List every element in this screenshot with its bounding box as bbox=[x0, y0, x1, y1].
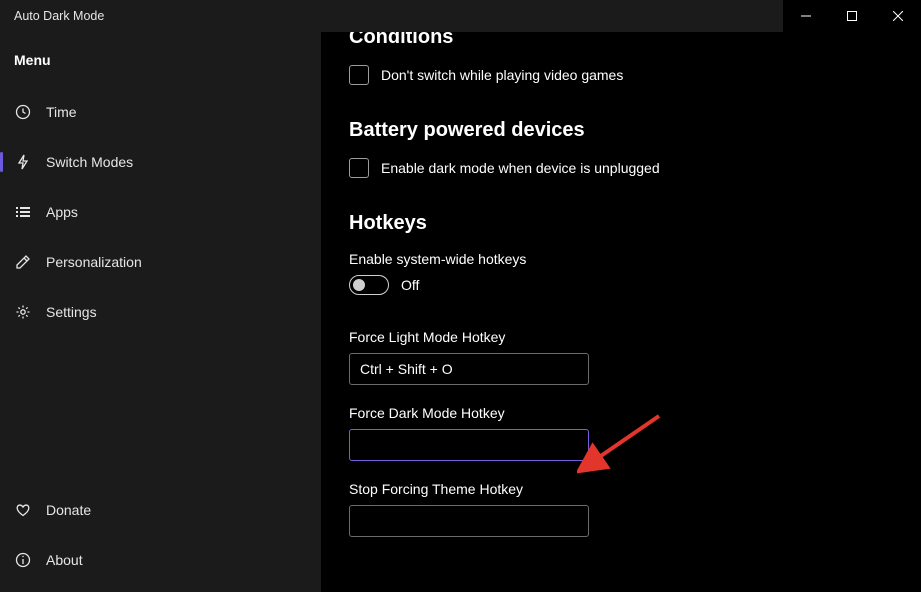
toggle-knob-icon bbox=[353, 279, 365, 291]
sidebar-item-label: Personalization bbox=[46, 254, 142, 270]
sidebar-item-switch-modes[interactable]: Switch Modes bbox=[0, 142, 321, 182]
stop-forcing-label: Stop Forcing Theme Hotkey bbox=[349, 481, 893, 497]
list-icon bbox=[14, 203, 32, 221]
minimize-button[interactable] bbox=[783, 0, 829, 32]
sidebar: Menu Time Switch Modes Apps bbox=[0, 32, 321, 592]
force-light-input[interactable] bbox=[349, 353, 589, 385]
toggle-switch[interactable] bbox=[349, 275, 389, 295]
sidebar-item-time[interactable]: Time bbox=[0, 92, 321, 132]
sidebar-item-label: Apps bbox=[46, 204, 78, 220]
force-dark-label: Force Dark Mode Hotkey bbox=[349, 405, 893, 421]
stop-forcing-input[interactable] bbox=[349, 505, 589, 537]
nav-bottom: Donate About bbox=[0, 490, 321, 592]
sidebar-item-about[interactable]: About bbox=[0, 540, 321, 580]
force-light-label: Force Light Mode Hotkey bbox=[349, 329, 893, 345]
clock-icon bbox=[14, 103, 32, 121]
sidebar-item-label: Donate bbox=[46, 502, 91, 518]
titlebar: Auto Dark Mode bbox=[0, 0, 921, 32]
sidebar-item-apps[interactable]: Apps bbox=[0, 192, 321, 232]
battery-checkbox-row[interactable]: Enable dark mode when device is unplugge… bbox=[349, 158, 893, 178]
sidebar-item-label: Settings bbox=[46, 304, 97, 320]
section-hotkeys-title: Hotkeys bbox=[349, 212, 893, 235]
sidebar-item-label: Time bbox=[46, 104, 77, 120]
close-button[interactable] bbox=[875, 0, 921, 32]
checkbox-label: Enable dark mode when device is unplugge… bbox=[381, 160, 660, 176]
gear-icon bbox=[14, 303, 32, 321]
section-battery-title: Battery powered devices bbox=[349, 119, 893, 142]
force-dark-input[interactable] bbox=[349, 429, 589, 461]
main-content: Conditions Don't switch while playing vi… bbox=[321, 32, 921, 592]
sidebar-item-personalization[interactable]: Personalization bbox=[0, 242, 321, 282]
maximize-button[interactable] bbox=[829, 0, 875, 32]
section-conditions-title: Conditions bbox=[349, 32, 893, 49]
conditions-checkbox-row[interactable]: Don't switch while playing video games bbox=[349, 65, 893, 85]
checkbox-label: Don't switch while playing video games bbox=[381, 67, 623, 83]
sidebar-item-settings[interactable]: Settings bbox=[0, 292, 321, 332]
heart-icon bbox=[14, 501, 32, 519]
sidebar-item-donate[interactable]: Donate bbox=[0, 490, 321, 530]
window-controls bbox=[783, 0, 921, 32]
lightning-icon bbox=[14, 153, 32, 171]
checkbox-icon[interactable] bbox=[349, 65, 369, 85]
info-icon bbox=[14, 551, 32, 569]
sidebar-item-label: Switch Modes bbox=[46, 154, 133, 170]
menu-heading: Menu bbox=[0, 52, 321, 92]
nav-main: Time Switch Modes Apps Personalization bbox=[0, 92, 321, 490]
enable-hotkeys-toggle-row: Off bbox=[349, 275, 893, 295]
toggle-state-label: Off bbox=[401, 277, 419, 293]
checkbox-icon[interactable] bbox=[349, 158, 369, 178]
pencil-icon bbox=[14, 253, 32, 271]
sidebar-item-label: About bbox=[46, 552, 83, 568]
app-title: Auto Dark Mode bbox=[14, 9, 783, 23]
enable-hotkeys-label: Enable system-wide hotkeys bbox=[349, 251, 893, 267]
